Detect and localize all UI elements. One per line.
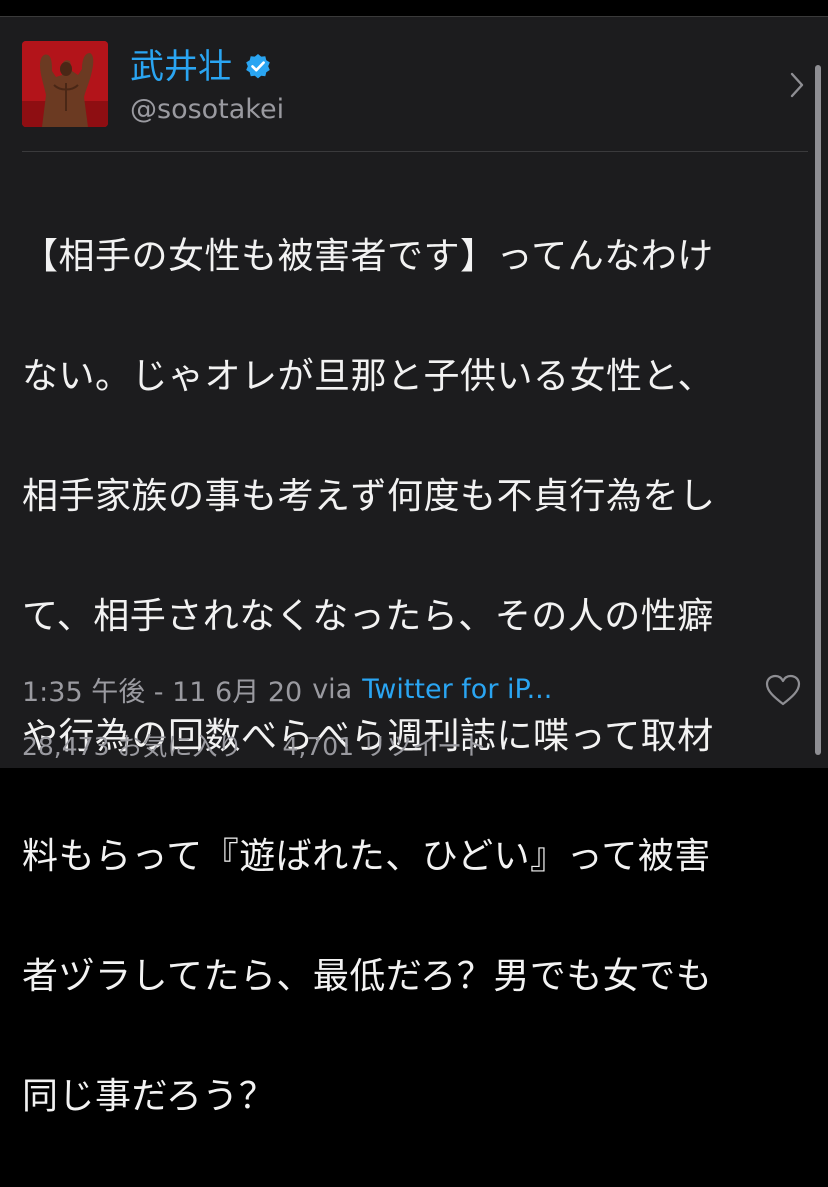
name-row: 武井壮 — [130, 45, 272, 89]
tweet-line: ない。じゃオレが旦那と子供いる女性と、 — [22, 356, 715, 397]
tweet-meta: 1:35 午後 - 11 6月 20 via Twitter for iP... — [22, 671, 552, 708]
tweet-line: 料もらって『遊ばれた、ひどい』って被害 — [22, 836, 711, 877]
retweets-count[interactable]: 4,701 リツイート — [282, 727, 487, 763]
tweet-line: 相手家族の事も考えず何度も不貞行為をし — [22, 476, 716, 517]
avatar[interactable] — [22, 41, 108, 127]
tweet-source-link[interactable]: Twitter for iP... — [362, 674, 552, 705]
scrollbar[interactable] — [815, 65, 821, 755]
tweet-line: 【相手の女性も被害者です】ってんなわけ — [22, 236, 714, 277]
display-name[interactable]: 武井壮 — [130, 47, 232, 87]
tweet-line: て、相手されなくなったら、その人の性癖 — [22, 596, 714, 637]
tweet-timestamp: 1:35 午後 - 11 6月 20 — [22, 676, 303, 708]
avatar-image — [22, 41, 108, 127]
tweet-card: 武井壮 @sosotakei 【相手の女性も被害者です】ってんなわけ ない。じゃ… — [0, 17, 828, 1117]
verified-badge-icon — [246, 54, 270, 79]
tweet-line: 者ヅラしてたら、最低だろ？男でも女でも — [22, 956, 713, 997]
tweet-line: 同じ事だろう？ — [22, 1076, 276, 1117]
heart-icon[interactable] — [764, 673, 802, 707]
via-label: via — [312, 673, 353, 705]
chevron-right-icon[interactable] — [786, 69, 808, 101]
likes-count[interactable]: 28,473 お気に入り — [22, 727, 242, 763]
top-bar — [0, 0, 828, 17]
tweet-stats: 28,473 お気に入り 4,701 リツイート — [22, 727, 487, 763]
user-handle[interactable]: @sosotakei — [130, 93, 284, 127]
divider — [22, 151, 808, 152]
